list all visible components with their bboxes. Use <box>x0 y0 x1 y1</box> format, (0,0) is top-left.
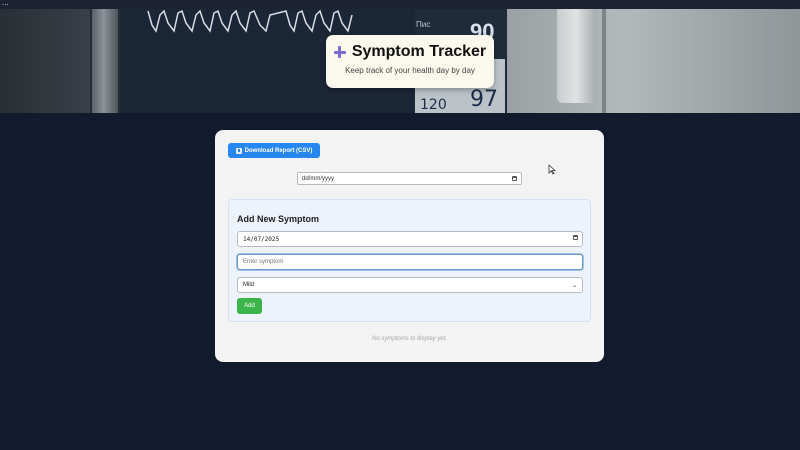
calendar-icon[interactable] <box>573 235 578 240</box>
wall-fixture <box>507 9 800 113</box>
monitor-label: Пис <box>416 20 431 29</box>
title-card: Symptom Tracker Keep track of your healt… <box>326 35 494 88</box>
symptom-input[interactable]: Enter symptom <box>237 254 583 270</box>
iv-pole <box>92 9 118 113</box>
symptom-date-value: 14/07/2025 <box>243 236 280 243</box>
mouse-cursor-icon <box>548 164 556 175</box>
add-button-label: Add <box>244 303 255 309</box>
calendar-icon[interactable] <box>512 176 517 181</box>
main-panel: Download Report (CSV) dd/mm/yyyy Add New… <box>215 130 604 362</box>
severity-select[interactable]: Mild ⌄ <box>237 277 583 293</box>
page-subtitle: Keep track of your health day by day <box>345 66 475 75</box>
window-topbar: ... <box>0 0 800 9</box>
download-icon <box>235 147 242 154</box>
add-symptom-form: Add New Symptom 14/07/2025 Enter symptom… <box>228 199 591 322</box>
window-corner-glyph: ... <box>2 0 9 7</box>
filter-date-placeholder: dd/mm/yyyy <box>302 176 335 182</box>
form-title: Add New Symptom <box>237 214 320 224</box>
empty-list-message: No symptoms to display yet. <box>371 336 448 342</box>
page-title: Symptom Tracker <box>351 43 487 60</box>
download-report-button[interactable]: Download Report (CSV) <box>228 143 320 158</box>
filter-date-input[interactable]: dd/mm/yyyy <box>297 172 522 185</box>
severity-selected-value: Mild <box>243 282 255 288</box>
monitor-spo2-readout: 97 <box>470 87 498 112</box>
monitor-bp-readout: 120 <box>420 97 447 113</box>
chevron-down-icon: ⌄ <box>571 283 577 289</box>
symptom-input-placeholder: Enter symptom <box>243 259 284 265</box>
download-report-label: Download Report (CSV) <box>244 147 313 154</box>
add-symptom-button[interactable]: Add <box>237 298 262 314</box>
symptom-date-input[interactable]: 14/07/2025 <box>237 231 583 247</box>
plus-icon <box>333 46 346 58</box>
